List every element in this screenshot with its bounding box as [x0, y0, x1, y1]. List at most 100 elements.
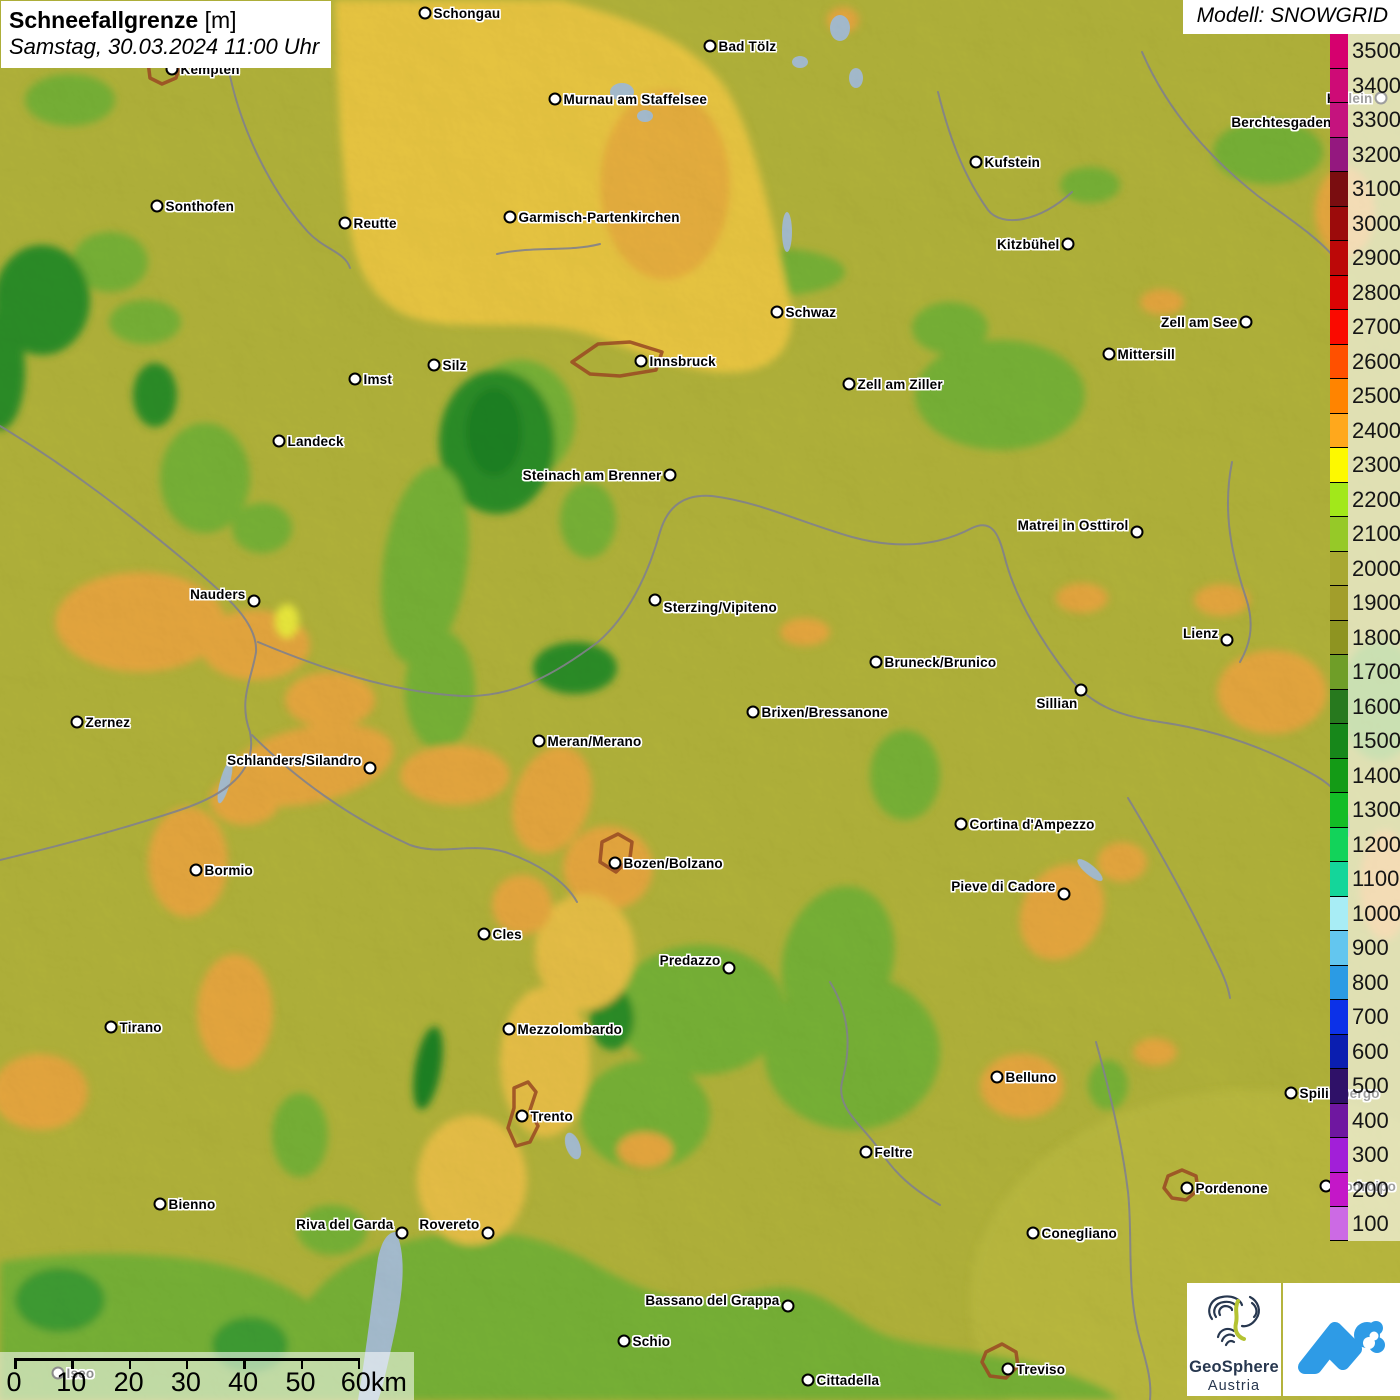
legend-value: 500 — [1352, 1075, 1389, 1097]
city-marker: Brixen/Bressanone — [747, 706, 760, 719]
title-unit: [m] — [205, 7, 237, 33]
title-main: Schneefallgrenze — [9, 7, 198, 33]
city-label: Cittadella — [817, 1373, 880, 1388]
city-marker: Mezzolombardo — [503, 1023, 516, 1036]
legend-value: 600 — [1352, 1041, 1389, 1063]
legend-value: 700 — [1352, 1006, 1389, 1028]
city-marker: Bienno — [154, 1198, 167, 1211]
city-label: Nauders — [190, 587, 245, 602]
city-label: Garmisch-Partenkirchen — [519, 210, 680, 225]
city-marker: Pordenone — [1181, 1182, 1194, 1195]
scalebar-label: 30 — [171, 1368, 201, 1398]
city-label: Murnau am Staffelsee — [564, 92, 708, 107]
legend-value: 1200 — [1352, 834, 1400, 856]
city-marker: Murnau am Staffelsee — [549, 93, 562, 106]
legend-swatch — [1330, 861, 1348, 896]
city-label: Brixen/Bressanone — [762, 705, 888, 720]
city-label: Berchtesgaden — [1231, 115, 1331, 130]
legend-value: 1100 — [1352, 868, 1399, 890]
title-datetime: Samstag, 30.03.2024 11:00 Uhr — [9, 34, 319, 61]
legend-value: 2600 — [1352, 351, 1400, 373]
city-marker: Schongau — [419, 7, 432, 20]
scalebar-label: 20 — [114, 1368, 144, 1398]
city-marker: Imst — [349, 373, 362, 386]
city-marker: Zell am Ziller — [843, 378, 856, 391]
city-marker: Kufstein — [970, 156, 983, 169]
legend-swatch — [1330, 1034, 1348, 1069]
legend-value: 1000 — [1352, 903, 1400, 925]
legend-value: 200 — [1352, 1179, 1389, 1201]
city-marker: Meran/Merano — [533, 735, 546, 748]
mountain-cloud-icon — [1283, 1283, 1400, 1396]
city-marker: Garmisch-Partenkirchen — [504, 211, 517, 224]
city-marker: Lienz — [1221, 634, 1234, 647]
scalebar-label: 60km — [341, 1368, 407, 1398]
legend-value: 1800 — [1352, 627, 1400, 649]
city-marker: Cortina d'Ampezzo — [955, 818, 968, 831]
snowgrid-logo-box — [1283, 1283, 1400, 1396]
geosphere-org-name: GeoSphere — [1187, 1358, 1281, 1377]
legend-value: 1400 — [1352, 765, 1400, 787]
legend-swatch — [1330, 930, 1348, 965]
city-marker: Steinach am Brenner — [664, 469, 677, 482]
city-marker: Predazzo — [723, 962, 736, 975]
city-label: Sterzing/Vipiteno — [664, 600, 777, 615]
city-label: Kitzbühel — [997, 237, 1060, 252]
legend-value: 1300 — [1352, 799, 1400, 821]
city-label: Silz — [443, 358, 467, 373]
city-label: Innsbruck — [650, 354, 716, 369]
city-marker: Innsbruck — [635, 355, 648, 368]
legend-value: 3500 — [1352, 40, 1400, 62]
city-label: Bormio — [205, 863, 253, 878]
city-marker: Bormio — [190, 864, 203, 877]
city-marker: Sonthofen — [151, 200, 164, 213]
legend-swatch — [1330, 240, 1348, 275]
city-marker: Nauders — [248, 595, 261, 608]
city-label: Tirano — [120, 1020, 162, 1035]
city-label: Riva del Garda — [296, 1217, 393, 1232]
legend-swatch — [1330, 516, 1348, 551]
city-marker: Riva del Garda — [396, 1227, 409, 1240]
legend-swatch — [1330, 137, 1348, 172]
scalebar-label: 0 — [6, 1368, 21, 1398]
legend-value: 3100 — [1352, 178, 1400, 200]
city-marker: Reutte — [339, 217, 352, 230]
page-title: Schneefallgrenze [m] — [9, 6, 319, 34]
legend-swatch — [1330, 206, 1348, 241]
city-marker: Rovereto — [482, 1227, 495, 1240]
legend-value: 2800 — [1352, 282, 1400, 304]
city-marker: Schlanders/Silandro — [364, 762, 377, 775]
city-marker: Sillian — [1075, 684, 1088, 697]
legend-value: 1500 — [1352, 730, 1400, 752]
city-label: Bad Tölz — [719, 39, 777, 54]
city-marker: Kitzbühel — [1062, 238, 1075, 251]
city-marker: Zernez — [71, 716, 84, 729]
city-marker: Pieve di Cadore — [1058, 888, 1071, 901]
city-marker: Feltre — [860, 1146, 873, 1159]
legend-swatch — [1330, 792, 1348, 827]
city-label: Imst — [364, 372, 393, 387]
legend-swatch — [1330, 33, 1348, 68]
legend-value: 2200 — [1352, 489, 1400, 511]
city-marker: Bassano del Grappa — [782, 1300, 795, 1313]
legend-swatch — [1330, 482, 1348, 517]
legend-value: 3300 — [1352, 109, 1400, 131]
city-marker: Bozen/Bolzano — [609, 857, 622, 870]
legend-value: 2000 — [1352, 558, 1400, 580]
city-label: Steinach am Brenner — [523, 468, 662, 483]
geosphere-logo-box: GeoSphere Austria — [1187, 1283, 1281, 1396]
city-marker: Tirano — [105, 1021, 118, 1034]
legend-value: 2100 — [1352, 523, 1400, 545]
legend-value: 3400 — [1352, 75, 1400, 97]
legend-swatch — [1330, 1206, 1348, 1241]
legend-value: 400 — [1352, 1110, 1389, 1132]
city-label: Trento — [531, 1109, 573, 1124]
city-marker: Cittadella — [802, 1374, 815, 1387]
city-marker: Landeck — [273, 435, 286, 448]
city-marker: Trento — [516, 1110, 529, 1123]
city-label: Cles — [493, 927, 522, 942]
geosphere-country: Austria — [1187, 1378, 1281, 1394]
legend-value: 1700 — [1352, 661, 1400, 683]
city-label: Lienz — [1183, 626, 1219, 641]
city-label: Reutte — [354, 216, 397, 231]
